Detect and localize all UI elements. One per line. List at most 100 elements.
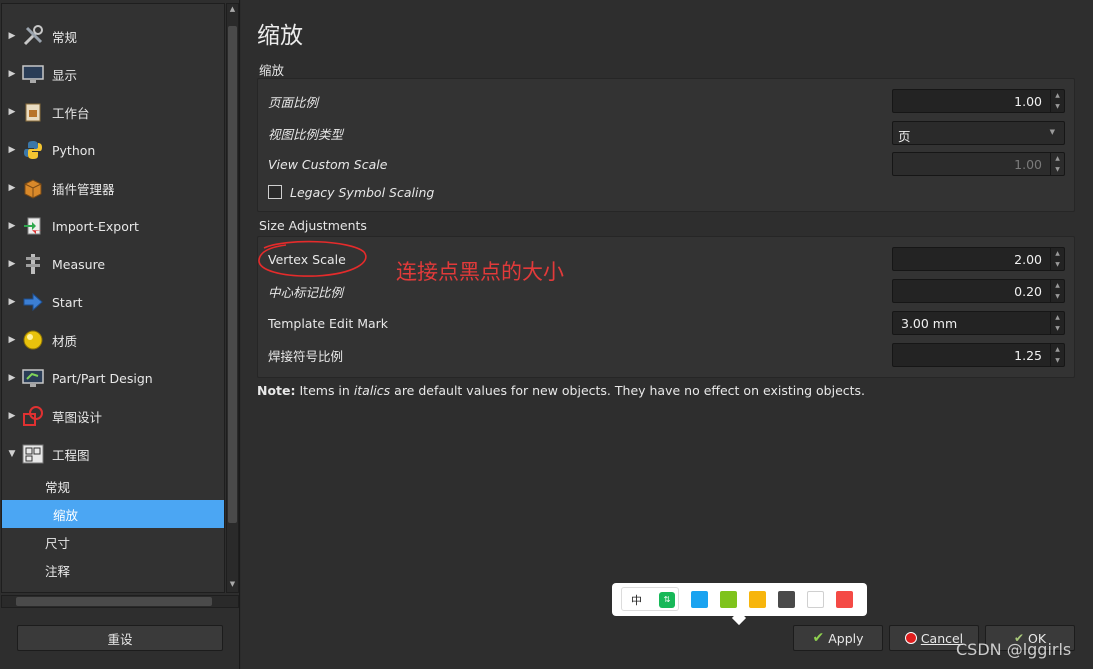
- tree-subitem-colors[interactable]: 颜色: [2, 584, 224, 593]
- tree-item-sketcher[interactable]: ▶ 草图设计: [2, 397, 224, 435]
- tree-item-label: Python: [52, 142, 96, 158]
- watermark: CSDN @lggirls: [956, 640, 1072, 659]
- tree-subitem-scale[interactable]: 缩放: [2, 500, 224, 528]
- expand-arrow-icon[interactable]: ▶: [2, 297, 22, 307]
- material-sphere-icon: [22, 329, 44, 351]
- view-scale-type-value: 页: [898, 129, 911, 144]
- expand-arrow-icon[interactable]: ▶: [2, 145, 22, 155]
- checkbox-box[interactable]: [268, 185, 282, 199]
- note-post: are default values for new objects. They…: [390, 383, 866, 398]
- legacy-symbol-scaling-checkbox[interactable]: Legacy Symbol Scaling: [268, 180, 434, 204]
- preferences-sidebar: ▶ 常规 ▶ 显示 ▶ 工作台 ▶ Python ▶ 插件管理器 ▶ Impor…: [0, 0, 240, 669]
- color-swatch-gray[interactable]: [778, 591, 795, 608]
- category-tree[interactable]: ▶ 常规 ▶ 显示 ▶ 工作台 ▶ Python ▶ 插件管理器 ▶ Impor…: [1, 3, 225, 593]
- expand-arrow-icon[interactable]: ▶: [2, 335, 22, 345]
- annotation-text: 连接点黑点的大小: [396, 260, 564, 284]
- weld-symbol-scale-spinbox[interactable]: 1.25 ▲ ▼: [892, 343, 1065, 367]
- spin-up-icon[interactable]: ▲: [1051, 248, 1064, 259]
- spin-down-icon[interactable]: ▼: [1051, 291, 1064, 302]
- expand-arrow-icon[interactable]: ▶: [2, 411, 22, 421]
- color-swatch-green[interactable]: [720, 591, 737, 608]
- expand-arrow-icon[interactable]: ▶: [2, 107, 22, 117]
- sketcher-icon: [22, 405, 44, 427]
- page-scale-spinbox[interactable]: 1.00 ▲ ▼: [892, 89, 1065, 113]
- tree-item-label: Measure: [52, 256, 106, 272]
- weld-symbol-scale-value: 1.25: [1014, 348, 1042, 363]
- tree-item-display[interactable]: ▶ 显示: [2, 55, 224, 93]
- scroll-down-icon[interactable]: ▼: [227, 580, 238, 592]
- scale-group: 页面比例 1.00 ▲ ▼ 视图比例类型 页 ▼ View Custom Scal…: [257, 78, 1075, 212]
- expand-arrow-icon[interactable]: ▶: [2, 221, 22, 231]
- tree-item-label: 插件管理器: [52, 181, 115, 197]
- expand-arrow-icon[interactable]: ▶: [2, 183, 22, 193]
- tree-item-measure[interactable]: ▶ Measure: [2, 245, 224, 283]
- tree-item-label: 材质: [52, 333, 78, 349]
- view-scale-type-select[interactable]: 页 ▼: [892, 121, 1065, 145]
- reset-button[interactable]: 重设: [17, 625, 223, 651]
- vertex-scale-spinbox[interactable]: 2.00 ▲ ▼: [892, 247, 1065, 271]
- cancel-icon: [904, 632, 917, 644]
- group-title-size-adjustments: Size Adjustments: [259, 218, 367, 233]
- chevron-down-icon: ▼: [1049, 128, 1055, 136]
- arrow-right-icon: [22, 291, 44, 313]
- tree-item-part-design[interactable]: ▶ Part/Part Design: [2, 359, 224, 397]
- spin-down-icon[interactable]: ▼: [1051, 164, 1064, 175]
- collapse-arrow-icon[interactable]: ▼: [2, 449, 22, 459]
- color-swatch-yellow[interactable]: [749, 591, 766, 608]
- color-swatch-white[interactable]: [807, 591, 824, 608]
- tree-item-general[interactable]: ▶ 常规: [2, 17, 224, 55]
- group-title-scale: 缩放: [259, 63, 285, 78]
- page-title: 缩放: [257, 23, 303, 49]
- color-swatch-red[interactable]: [836, 591, 853, 608]
- monitor-icon: [22, 63, 44, 85]
- tree-item-start[interactable]: ▶ Start: [2, 283, 224, 321]
- color-swatch-blue[interactable]: [691, 591, 708, 608]
- template-edit-mark-value: 3.00 mm: [901, 316, 958, 331]
- switch-icon[interactable]: ⇅: [659, 592, 675, 608]
- expand-arrow-icon[interactable]: ▶: [2, 31, 22, 41]
- tree-subitem-general[interactable]: 常规: [2, 472, 224, 500]
- tree-item-addon-manager[interactable]: ▶ 插件管理器: [2, 169, 224, 207]
- tree-subitem-dimensions[interactable]: 尺寸: [2, 528, 224, 556]
- spin-up-icon[interactable]: ▲: [1051, 312, 1064, 323]
- tree-item-label: 工作台: [52, 105, 90, 121]
- spin-down-icon[interactable]: ▼: [1051, 101, 1064, 112]
- tree-item-label: 工程图: [52, 447, 90, 463]
- red-circle-annotation: [258, 240, 367, 277]
- tree-item-label: 显示: [52, 67, 78, 83]
- tree-item-techdraw[interactable]: ▼ 工程图: [2, 435, 224, 473]
- apply-button[interactable]: ✔ Apply: [793, 625, 883, 651]
- tree-horizontal-scrollbar[interactable]: [1, 595, 239, 608]
- tree-item-python[interactable]: ▶ Python: [2, 131, 224, 169]
- scroll-up-icon[interactable]: ▲: [227, 5, 238, 17]
- tree-subitem-annotation[interactable]: 注释: [2, 556, 224, 584]
- tools-icon: [22, 25, 44, 47]
- expand-arrow-icon[interactable]: ▶: [2, 259, 22, 269]
- center-mark-scale-spinbox[interactable]: 0.20 ▲ ▼: [892, 279, 1065, 303]
- tree-item-import-export[interactable]: ▶ Import-Export: [2, 207, 224, 245]
- scroll-thumb[interactable]: [228, 26, 237, 523]
- tree-item-workbench[interactable]: ▶ 工作台: [2, 93, 224, 131]
- spin-down-icon[interactable]: ▼: [1051, 323, 1064, 334]
- template-edit-mark-spinbox[interactable]: 3.00 mm ▲ ▼: [892, 311, 1065, 335]
- caliper-icon: [22, 253, 44, 275]
- scroll-thumb[interactable]: [16, 597, 212, 606]
- tree-item-label: 常规: [52, 29, 78, 45]
- tree-item-material[interactable]: ▶ 材质: [2, 321, 224, 359]
- page-scale-value: 1.00: [1014, 94, 1042, 109]
- language-toggle[interactable]: 中 ⇅: [621, 587, 679, 611]
- expand-arrow-icon[interactable]: ▶: [2, 69, 22, 79]
- spin-up-icon[interactable]: ▲: [1051, 153, 1064, 164]
- expand-arrow-icon[interactable]: ▶: [2, 373, 22, 383]
- spin-down-icon[interactable]: ▼: [1051, 259, 1064, 270]
- spin-down-icon[interactable]: ▼: [1051, 355, 1064, 366]
- tree-vertical-scrollbar[interactable]: ▲ ▼: [226, 3, 239, 593]
- spin-up-icon[interactable]: ▲: [1051, 344, 1064, 355]
- template-edit-mark-label: Template Edit Mark: [268, 315, 389, 331]
- spin-up-icon[interactable]: ▲: [1051, 90, 1064, 101]
- spin-up-icon[interactable]: ▲: [1051, 280, 1064, 291]
- view-custom-scale-spinbox[interactable]: 1.00 ▲ ▼: [892, 152, 1065, 176]
- apply-label: Apply: [828, 630, 864, 646]
- annotation-color-toolbar: 中 ⇅: [612, 583, 867, 626]
- view-custom-scale-value: 1.00: [1014, 157, 1042, 172]
